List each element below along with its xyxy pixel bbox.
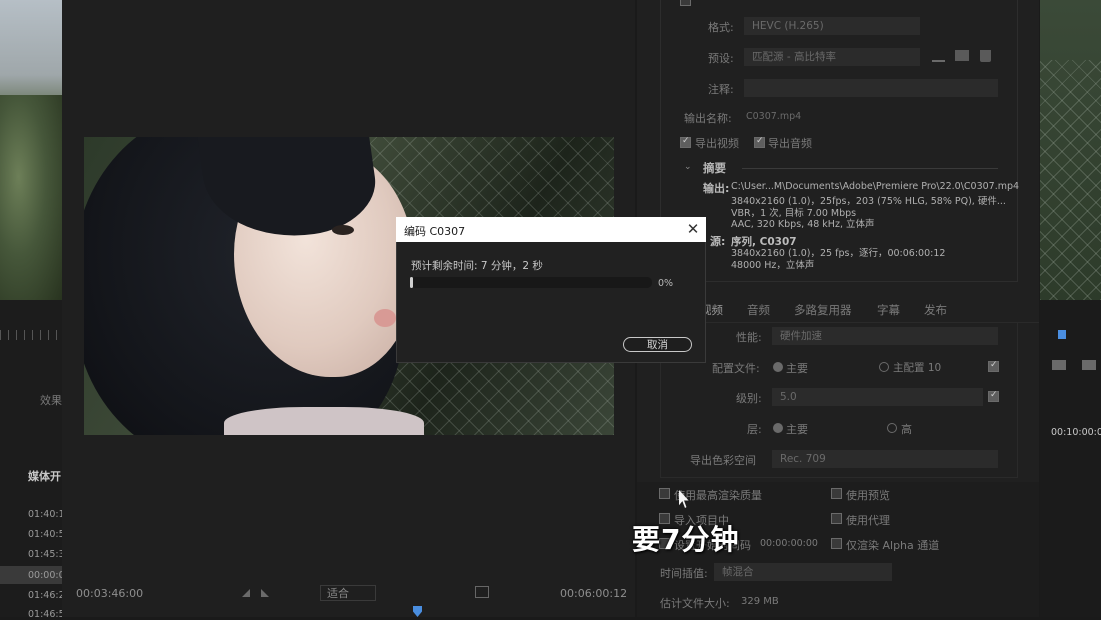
profile-override-checkbox[interactable] xyxy=(988,360,999,372)
profile-label: 配置文件: xyxy=(712,362,760,375)
effects-tab[interactable]: 效果 xyxy=(40,392,62,408)
performance-label: 性能: xyxy=(736,331,762,344)
level-override-checkbox[interactable] xyxy=(988,390,999,402)
shirt-shape xyxy=(224,407,424,435)
output-name-label: 输出名称: xyxy=(684,112,732,125)
dialog-title: 编码 C0307 xyxy=(404,225,466,238)
eye-shape xyxy=(332,225,354,235)
preset-label: 预设: xyxy=(708,52,734,65)
use-preview-checkbox[interactable] xyxy=(831,488,842,499)
cancel-button[interactable]: 取消 xyxy=(623,337,692,352)
file-size-value: 329 MB xyxy=(741,596,779,607)
match-sequence-checkbox[interactable] xyxy=(680,0,691,6)
export-audio-label: 导出音频 xyxy=(768,137,812,150)
media-start-header[interactable]: 媒体开 xyxy=(28,468,61,484)
max-render-quality-checkbox[interactable] xyxy=(659,488,670,499)
tier-main-label: 主要 xyxy=(786,423,808,436)
level-label: 级别: xyxy=(736,392,762,405)
performance-select[interactable]: 硬件加速 xyxy=(772,327,998,345)
start-timecode-value[interactable]: 00:00:00:00 xyxy=(760,538,818,549)
use-preview-label: 使用预览 xyxy=(846,489,890,502)
time-interp-select[interactable]: 帧混合 xyxy=(714,563,892,581)
tree-image xyxy=(0,95,62,300)
tier-high-radio[interactable] xyxy=(887,423,897,433)
summary-output-line: C:\User...M\Documents\Adobe\Premiere Pro… xyxy=(731,181,1020,192)
zoom-fit-select[interactable]: 适合 xyxy=(320,585,376,601)
colorspace-label: 导出色彩空间 xyxy=(690,454,756,467)
alpha-only-label: 仅渲染 Alpha 通道 xyxy=(846,539,940,552)
chevron-down-icon[interactable]: ⌄ xyxy=(684,162,692,172)
profile-main-radio[interactable] xyxy=(773,362,783,372)
comment-input[interactable] xyxy=(744,79,998,97)
use-proxy-checkbox[interactable] xyxy=(831,513,842,524)
summary-output-key: 输出: xyxy=(703,182,730,195)
level-select[interactable]: 5.0 xyxy=(772,388,983,406)
summary-divider xyxy=(742,168,998,169)
profile-main10-radio[interactable] xyxy=(879,362,889,372)
tab-captions[interactable]: 字幕 xyxy=(877,302,900,318)
summary-title: 摘要 xyxy=(703,161,726,175)
summary-source-line: 48000 Hz，立体声 xyxy=(731,260,815,271)
max-render-quality-label: 使用最高渲染质量 xyxy=(674,489,762,502)
tab-multiplexer[interactable]: 多路复用器 xyxy=(794,302,852,318)
output-name-link[interactable]: C0307.mp4 xyxy=(746,111,801,122)
colorspace-select[interactable]: Rec. 709 xyxy=(772,450,998,468)
program-playhead-icon[interactable] xyxy=(1058,330,1066,339)
lips-shape xyxy=(374,309,396,327)
time-remaining-text: 预计剩余时间: 7 分钟，2 秒 xyxy=(411,260,543,272)
export-video-checkbox[interactable] xyxy=(680,136,691,148)
extract-icon[interactable] xyxy=(1082,360,1096,370)
import-preset-icon[interactable] xyxy=(955,50,969,61)
lift-icon[interactable] xyxy=(1052,360,1066,370)
encoding-progress-fill xyxy=(410,277,413,288)
video-subtitle: 要7分钟 xyxy=(632,523,740,556)
use-proxy-label: 使用代理 xyxy=(846,514,890,527)
encoding-progress-bar xyxy=(410,277,652,288)
program-timecode: 00:10:00:00 xyxy=(1051,427,1101,438)
profile-main10-label: 主配置 10 xyxy=(893,362,942,374)
progress-percent: 0% xyxy=(658,278,674,289)
fence-pattern xyxy=(1040,60,1101,300)
tab-audio[interactable]: 音频 xyxy=(747,302,770,318)
tier-main-radio[interactable] xyxy=(773,423,783,433)
tier-high-label: 高 xyxy=(901,423,912,436)
export-audio-checkbox[interactable] xyxy=(754,136,765,148)
export-video-label: 导出视频 xyxy=(695,137,739,150)
tier-label: 层: xyxy=(747,423,762,436)
format-select[interactable]: HEVC (H.265) xyxy=(744,17,920,35)
delete-preset-icon[interactable] xyxy=(980,50,991,62)
tab-publish[interactable]: 发布 xyxy=(924,302,947,318)
out-point-timecode[interactable]: 00:06:00:12 xyxy=(560,587,627,600)
file-size-label: 估计文件大小: xyxy=(660,597,730,610)
preset-select[interactable]: 匹配源 - 高比特率 xyxy=(744,48,920,66)
format-label: 格式: xyxy=(708,21,734,34)
time-interp-label: 时间插值: xyxy=(660,567,708,580)
close-icon[interactable]: ✕ xyxy=(686,220,700,238)
alpha-only-checkbox[interactable] xyxy=(831,538,842,549)
summary-source-key: 源: xyxy=(710,235,726,248)
summary-output-line: AAC, 320 Kbps, 48 kHz, 立体声 xyxy=(731,219,875,230)
crop-icon[interactable] xyxy=(475,586,489,598)
save-preset-icon[interactable] xyxy=(932,50,945,62)
comment-label: 注释: xyxy=(708,83,734,96)
timeline-ruler[interactable] xyxy=(0,330,62,340)
profile-main-label: 主要 xyxy=(786,362,808,375)
in-point-timecode[interactable]: 00:03:46:00 xyxy=(76,587,143,600)
